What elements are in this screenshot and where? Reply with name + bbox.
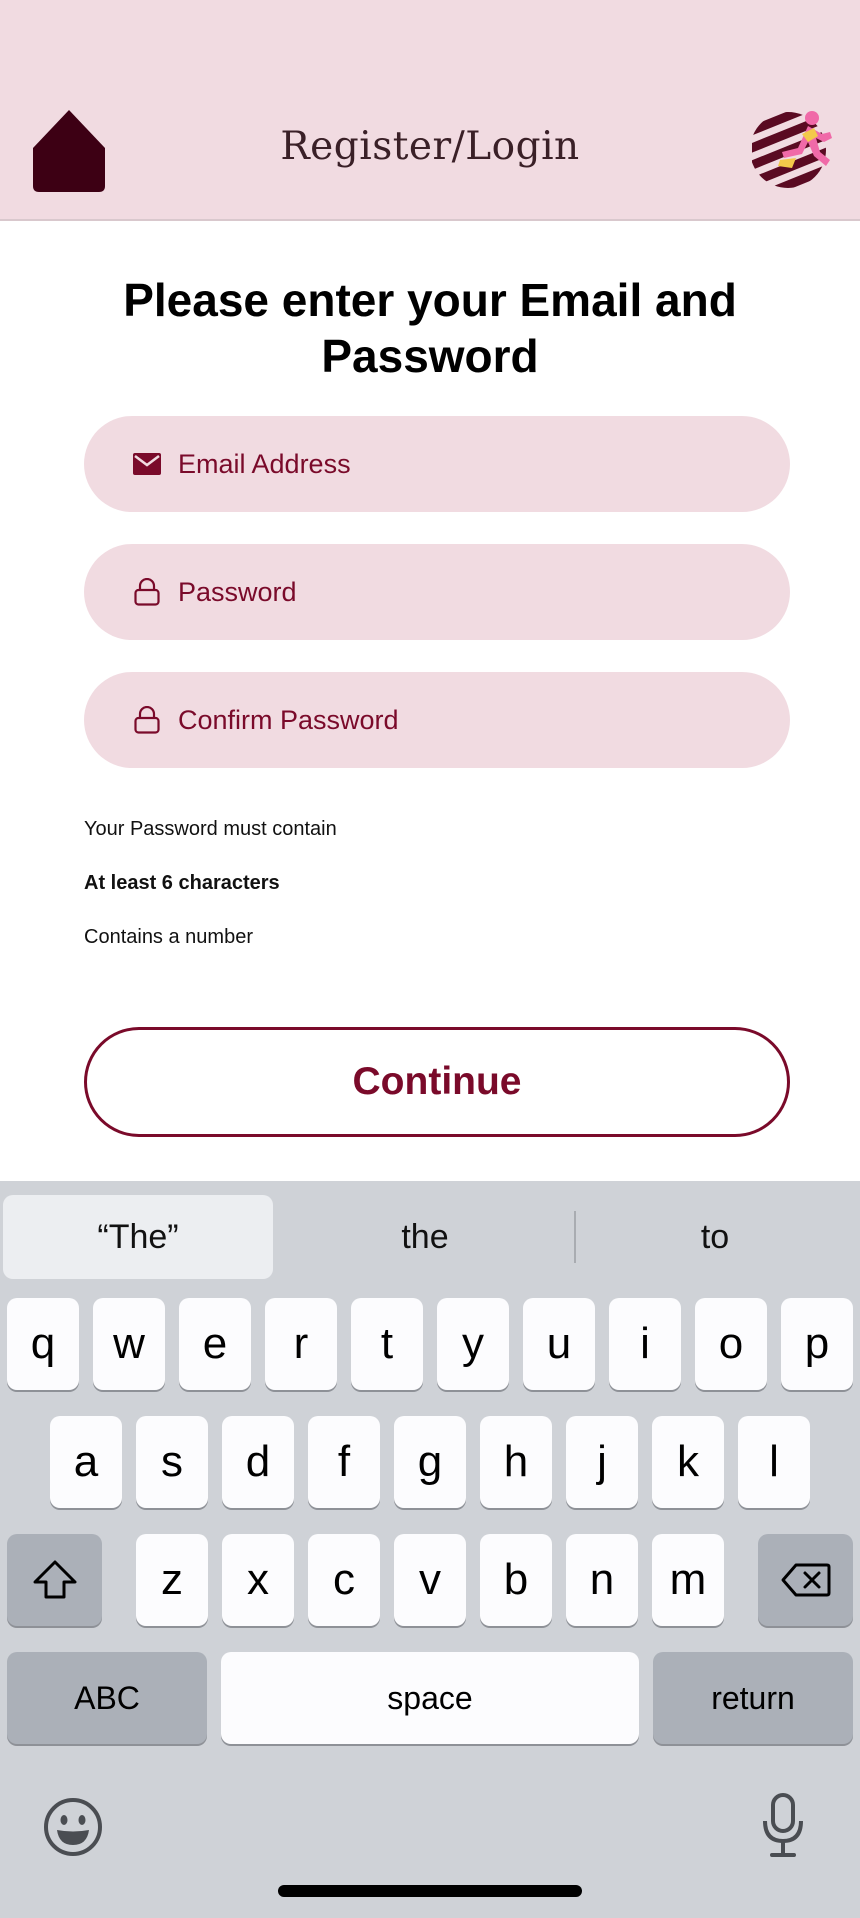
key-w[interactable]: w xyxy=(93,1298,165,1390)
abc-key[interactable]: ABC xyxy=(7,1652,207,1744)
mail-icon xyxy=(132,449,162,479)
password-rules-intro: Your Password must contain xyxy=(84,818,337,840)
key-x[interactable]: x xyxy=(222,1534,294,1626)
emoji-icon[interactable] xyxy=(43,1797,103,1857)
key-h[interactable]: h xyxy=(480,1416,552,1508)
microphone-icon[interactable] xyxy=(760,1793,806,1859)
email-input[interactable] xyxy=(178,434,738,494)
key-e[interactable]: e xyxy=(179,1298,251,1390)
key-o[interactable]: o xyxy=(695,1298,767,1390)
shift-key[interactable] xyxy=(7,1534,102,1626)
keyboard: “The” the to q w e r t y u i o p a s d f… xyxy=(0,1181,860,1918)
key-q[interactable]: q xyxy=(7,1298,79,1390)
key-n[interactable]: n xyxy=(566,1534,638,1626)
page-title: Register/Login xyxy=(280,124,580,169)
app-header: Register/Login xyxy=(0,0,860,221)
key-m[interactable]: m xyxy=(652,1534,724,1626)
key-r[interactable]: r xyxy=(265,1298,337,1390)
key-k[interactable]: k xyxy=(652,1416,724,1508)
key-d[interactable]: d xyxy=(222,1416,294,1508)
key-s[interactable]: s xyxy=(136,1416,208,1508)
confirm-password-field[interactable] xyxy=(84,672,790,768)
key-p[interactable]: p xyxy=(781,1298,853,1390)
key-f[interactable]: f xyxy=(308,1416,380,1508)
home-indicator[interactable] xyxy=(278,1885,582,1897)
key-a[interactable]: a xyxy=(50,1416,122,1508)
password-input[interactable] xyxy=(178,562,738,622)
key-b[interactable]: b xyxy=(480,1534,552,1626)
key-t[interactable]: t xyxy=(351,1298,423,1390)
rule-contains-number: Contains a number xyxy=(84,926,253,948)
suggestion-divider xyxy=(574,1211,576,1263)
suggestion-1[interactable]: “The” xyxy=(3,1195,273,1279)
lock-icon xyxy=(132,705,162,735)
runner-logo xyxy=(752,111,832,188)
backspace-icon xyxy=(781,1563,830,1597)
rule-min-length: At least 6 characters xyxy=(84,872,280,894)
key-z[interactable]: z xyxy=(136,1534,208,1626)
lock-icon xyxy=(132,577,162,607)
key-g[interactable]: g xyxy=(394,1416,466,1508)
key-v[interactable]: v xyxy=(394,1534,466,1626)
confirm-password-input[interactable] xyxy=(178,690,738,750)
suggestion-3[interactable]: to xyxy=(580,1195,850,1279)
key-c[interactable]: c xyxy=(308,1534,380,1626)
key-y[interactable]: y xyxy=(437,1298,509,1390)
return-key[interactable]: return xyxy=(653,1652,853,1744)
shift-icon xyxy=(33,1560,76,1599)
email-field[interactable] xyxy=(84,416,790,512)
continue-button[interactable]: Continue xyxy=(84,1027,790,1137)
key-i[interactable]: i xyxy=(609,1298,681,1390)
key-j[interactable]: j xyxy=(566,1416,638,1508)
space-key[interactable]: space xyxy=(221,1652,639,1744)
key-u[interactable]: u xyxy=(523,1298,595,1390)
suggestion-2[interactable]: the xyxy=(290,1195,560,1279)
form-heading: Please enter your Email and Password xyxy=(123,274,737,382)
password-field[interactable] xyxy=(84,544,790,640)
backspace-key[interactable] xyxy=(758,1534,853,1626)
key-l[interactable]: l xyxy=(738,1416,810,1508)
